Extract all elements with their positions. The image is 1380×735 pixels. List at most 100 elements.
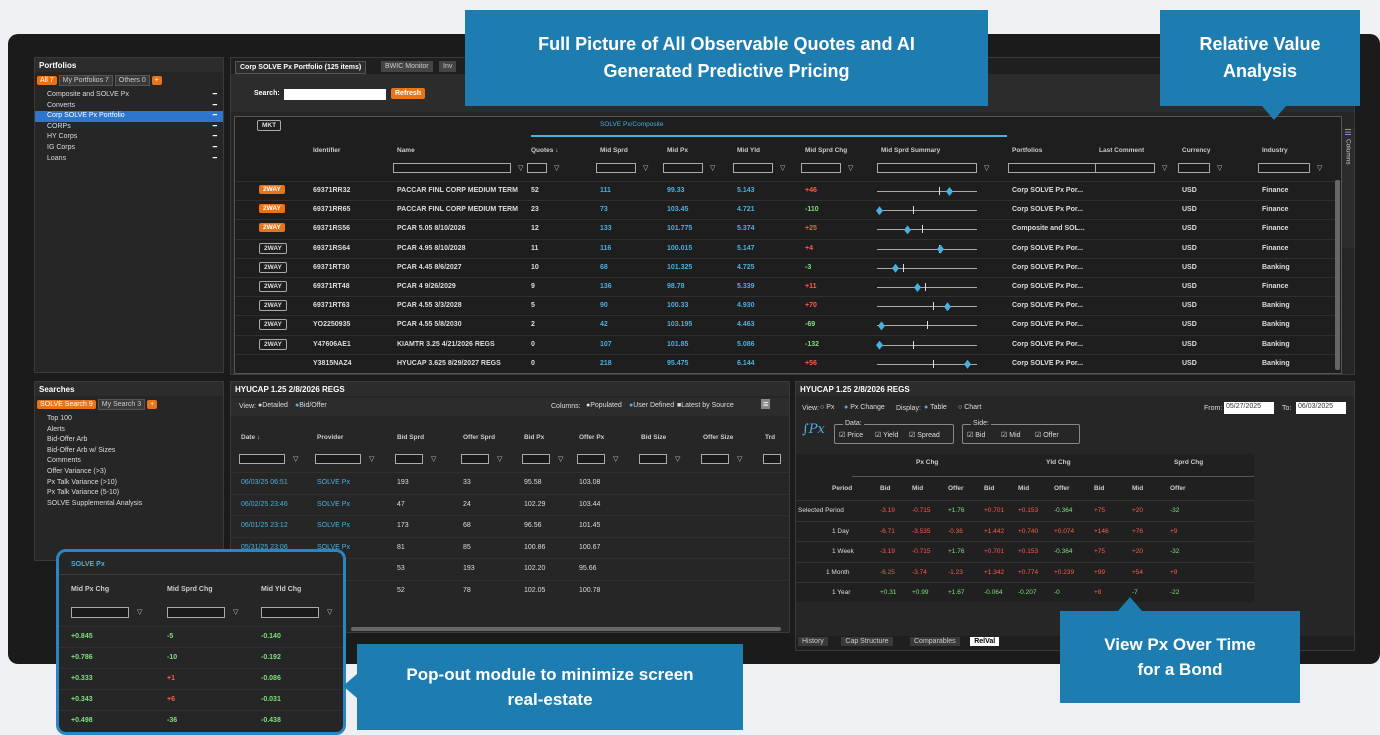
filter-input[interactable]: [763, 454, 781, 464]
filter-input[interactable]: [1095, 163, 1155, 173]
tab-history[interactable]: History: [798, 637, 828, 646]
collapse-icon[interactable]: ━: [213, 132, 217, 143]
filter-input[interactable]: [239, 454, 285, 464]
filter-input[interactable]: [596, 163, 636, 173]
mid-checkbox[interactable]: ☑ Mid: [1001, 431, 1021, 439]
search-item[interactable]: SOLVE Supplemental Analysis: [35, 499, 223, 510]
twoway-tag[interactable]: 2WAY: [259, 261, 287, 273]
filter-input[interactable]: [167, 607, 225, 618]
filter-icon[interactable]: ▽: [293, 455, 298, 463]
popout-column-header[interactable]: Mid Sprd Chg: [167, 586, 213, 593]
collapse-icon[interactable]: ━: [213, 122, 217, 133]
filter-input[interactable]: [577, 454, 605, 464]
vertical-scrollbar[interactable]: [1335, 180, 1340, 370]
portfolio-item[interactable]: Corp SOLVE Px Portfolio ━: [35, 111, 223, 122]
to-date-input[interactable]: 06/03/2025: [1296, 402, 1346, 414]
price-checkbox[interactable]: ☑ Price: [839, 431, 863, 439]
column-header[interactable]: Portfolios: [1012, 147, 1042, 154]
portfolio-item[interactable]: CORPs ━: [35, 122, 223, 133]
column-header[interactable]: Date ↓: [241, 434, 260, 441]
filter-icon[interactable]: ▽: [710, 164, 715, 172]
twoway-tag[interactable]: 2WAY: [259, 204, 285, 214]
search-item[interactable]: Bid-Offer Arb: [35, 435, 223, 446]
popout-row[interactable]: +0.333 +1 -0.086: [59, 668, 343, 689]
tab-corp-solve-px[interactable]: Corp SOLVE Px Portfolio (125 items): [235, 61, 367, 74]
tab-relval[interactable]: RelVal: [970, 637, 1000, 646]
search-item[interactable]: Px Talk Variance (>10): [35, 478, 223, 489]
filter-icon[interactable]: ▽: [497, 455, 502, 463]
column-header[interactable]: Bid Px: [524, 434, 544, 441]
columns-sidebar[interactable]: ☰ Columns: [1342, 128, 1354, 248]
popout-row[interactable]: +0.343 +6 -0.031: [59, 689, 343, 710]
collapse-icon[interactable]: ━: [213, 101, 217, 112]
column-header[interactable]: Offer Px: [579, 434, 604, 441]
filter-icon[interactable]: ▽: [327, 608, 332, 616]
add-portfolio-button[interactable]: +: [151, 76, 162, 85]
search-item[interactable]: Alerts: [35, 425, 223, 436]
filter-input[interactable]: [395, 454, 423, 464]
bid-checkbox[interactable]: ☑ Bid: [967, 431, 985, 439]
column-header[interactable]: Quotes ↓: [531, 147, 558, 154]
portfolio-item[interactable]: HY Corps ━: [35, 132, 223, 143]
table-row[interactable]: 2WAY 69371RS56 PCAR 5.05 8/10/2026 12 133 101…: [235, 219, 1341, 238]
filter-icon[interactable]: ▽: [233, 608, 238, 616]
filter-input[interactable]: [315, 454, 361, 464]
filter-icon[interactable]: ▽: [369, 455, 374, 463]
filter-input[interactable]: [733, 163, 773, 173]
from-date-input[interactable]: 05/27/2025: [1224, 402, 1274, 414]
twoway-tag[interactable]: 2WAY: [259, 185, 285, 194]
search-item[interactable]: Comments: [35, 456, 223, 467]
filter-input[interactable]: [71, 607, 129, 618]
twoway-tag[interactable]: 2WAY: [259, 281, 287, 292]
table-row[interactable]: 2WAY Y47606AE1 KIAMTR 3.25 4/21/2026 REGS 0…: [235, 334, 1341, 354]
filter-input[interactable]: [1258, 163, 1310, 173]
collapse-icon[interactable]: ━: [213, 90, 217, 101]
filter-icon[interactable]: ▽: [1162, 164, 1167, 172]
filter-input[interactable]: [461, 454, 489, 464]
tab-inventory[interactable]: Inv: [439, 61, 457, 72]
table-row[interactable]: 2WAY 69371RT30 PCAR 4.45 8/6/2027 10 68 101.3…: [235, 257, 1341, 277]
column-header[interactable]: Identifier: [313, 147, 340, 154]
table-row[interactable]: 2WAY 69371RR32 PACCAR FINL CORP MEDIUM TER…: [235, 181, 1341, 200]
column-header[interactable]: Bid Sprd: [397, 434, 424, 441]
relval-row[interactable]: 1 Day -6.71 -3.535 -0.36 +1.442 +0.740 +0.074 +…: [796, 520, 1254, 541]
horizontal-scrollbar[interactable]: [351, 627, 781, 631]
search-item[interactable]: Px Talk Variance (5-10): [35, 488, 223, 499]
relval-row[interactable]: 1 Month -6.25 -3.74 -1.23 +1.342 +0.774 +0.239…: [796, 561, 1254, 582]
mkt-button[interactable]: MKT: [257, 120, 282, 131]
filter-icon[interactable]: ▽: [984, 164, 989, 172]
view-detailed-radio[interactable]: ●Detailed: [258, 402, 288, 409]
popout-column-header[interactable]: Mid Px Chg: [71, 586, 109, 593]
filter-icon[interactable]: ▽: [643, 164, 648, 172]
rv-chart-radio[interactable]: ○ Chart: [958, 404, 981, 411]
column-header[interactable]: Mid Yld: [737, 147, 760, 154]
filter-input[interactable]: [1008, 163, 1098, 173]
popout-row[interactable]: +0.845 -5 -0.140: [59, 626, 343, 647]
filter-input[interactable]: [393, 163, 511, 173]
filter-icon[interactable]: ▽: [554, 164, 559, 172]
filter-input[interactable]: [801, 163, 841, 173]
column-header[interactable]: Mid Px: [667, 147, 688, 154]
table-row[interactable]: 2WAY 69371RS64 PCAR 4.95 8/10/2028 11 116 100…: [235, 238, 1341, 258]
twoway-tag[interactable]: 2WAY: [259, 319, 287, 331]
popout-row[interactable]: +0.498 -36 -0.438: [59, 710, 343, 731]
portfolio-item[interactable]: Loans ━: [35, 154, 223, 165]
filter-icon[interactable]: ▽: [780, 164, 785, 172]
collapse-icon[interactable]: ━: [213, 154, 217, 165]
relval-row[interactable]: Selected Period -3.19 -0.715 +1.76 +0.701 +0.…: [796, 500, 1254, 520]
filter-icon[interactable]: ▽: [737, 455, 742, 463]
filter-input[interactable]: [1178, 163, 1210, 173]
filter-icon[interactable]: ▽: [675, 455, 680, 463]
filter-input[interactable]: [261, 607, 319, 618]
chip-all[interactable]: All 7: [37, 76, 57, 85]
column-header[interactable]: Bid Size: [641, 434, 666, 441]
col-populated-radio[interactable]: ●Populated: [586, 402, 622, 409]
filter-icon[interactable]: ▽: [518, 164, 523, 172]
offer-checkbox[interactable]: ☑ Offer: [1035, 431, 1059, 439]
filter-icon[interactable]: ▽: [1217, 164, 1222, 172]
filter-icon[interactable]: ▽: [558, 455, 563, 463]
tab-cap-structure[interactable]: Cap Structure: [841, 637, 893, 646]
twoway-tag[interactable]: 2WAY: [259, 242, 287, 254]
relval-row[interactable]: 1 Year +0.31 +0.99 +1.67 -0.064 -0.207 -0 +8 -7 -…: [796, 582, 1254, 602]
table-row[interactable]: Y3815NAZ4 HYUCAP 3.625 8/29/2027 REGS 0 218…: [235, 353, 1341, 373]
